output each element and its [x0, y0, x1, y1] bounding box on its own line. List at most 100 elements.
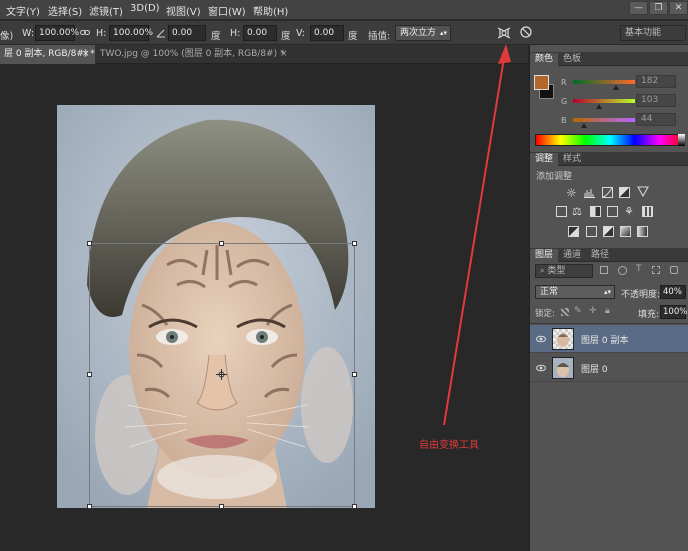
channel-g-slider[interactable]: [573, 99, 635, 103]
curves-icon[interactable]: [602, 187, 613, 198]
invert-icon[interactable]: [568, 226, 579, 237]
menu-view[interactable]: 视图(V): [166, 3, 201, 18]
menu-3d[interactable]: 3D(D): [130, 3, 160, 14]
lock-position-icon[interactable]: ✛: [589, 306, 597, 316]
restore-button[interactable]: ❐: [649, 1, 668, 15]
channel-r-slider[interactable]: [573, 80, 635, 84]
minimize-button[interactable]: —: [629, 1, 648, 15]
hskew-input[interactable]: 0.00: [243, 25, 277, 41]
width-input[interactable]: 100.00%: [35, 25, 79, 41]
close-window-button[interactable]: ✕: [669, 1, 688, 15]
exposure-icon[interactable]: [619, 187, 630, 198]
filter-shape-icon[interactable]: [652, 266, 660, 274]
layers-panel-tabs: 图层 通道 路径: [530, 248, 688, 262]
tab-swatches[interactable]: 色板: [558, 53, 586, 66]
vskew-label: V:: [296, 28, 305, 39]
visibility-eye-icon[interactable]: [536, 334, 546, 344]
transform-handle-mr[interactable]: [352, 372, 357, 377]
channel-r-value[interactable]: 182: [636, 75, 676, 88]
lock-transparent-icon[interactable]: [561, 308, 569, 316]
options-fragment-label: 像): [0, 31, 14, 42]
menu-help[interactable]: 帮助(H): [253, 3, 288, 18]
transform-handle-tl[interactable]: [87, 241, 92, 246]
blend-mode-select[interactable]: 正常 ▴▾: [535, 285, 615, 299]
color-spectrum-bar[interactable]: [535, 134, 685, 146]
filter-adjustment-icon[interactable]: [618, 266, 627, 275]
layer-name[interactable]: 图层 0: [581, 362, 608, 375]
add-adjustment-label: 添加调整: [536, 172, 573, 182]
channel-g-thumb[interactable]: [596, 104, 602, 109]
menu-type[interactable]: 文字(Y): [6, 3, 40, 18]
vibrance-icon[interactable]: [637, 186, 649, 200]
fill-input[interactable]: 100%: [660, 305, 687, 319]
channel-g-value[interactable]: 103: [636, 94, 676, 107]
width-label: W:: [22, 28, 35, 39]
transform-handle-tm[interactable]: [219, 241, 224, 246]
transform-handle-tr[interactable]: [352, 241, 357, 246]
tab-close-icon[interactable]: ×: [280, 45, 288, 64]
selective-color-icon[interactable]: [620, 226, 631, 237]
height-label: H:: [96, 28, 107, 39]
channel-mixer-icon[interactable]: ⚘: [624, 205, 634, 218]
levels-icon[interactable]: [584, 187, 595, 198]
photo-filter-icon[interactable]: [607, 206, 618, 217]
cancel-transform-icon[interactable]: [519, 25, 533, 42]
channel-b-value[interactable]: 44: [636, 113, 676, 126]
gradient-map-icon[interactable]: [637, 226, 648, 237]
tab-color[interactable]: 颜色: [530, 53, 559, 66]
transform-handle-ml[interactable]: [87, 372, 92, 377]
foreground-color-swatch[interactable]: [534, 75, 549, 90]
threshold-icon[interactable]: [603, 226, 614, 237]
tab-paths[interactable]: 路径: [586, 249, 614, 262]
reference-point-icon[interactable]: [216, 369, 227, 383]
channel-b-slider[interactable]: [573, 118, 635, 122]
lock-all-icon[interactable]: 🔒︎: [605, 306, 610, 316]
fill-label: 填充:: [638, 310, 660, 320]
transform-handle-bl[interactable]: [87, 504, 92, 509]
interpolation-select[interactable]: 两次立方 ▴▾: [395, 25, 451, 41]
layer-filter-select[interactable]: ⌕ 类型: [535, 264, 593, 278]
doc-tab-two[interactable]: TWO.jpg @ 100% (图层 0 副本, RGB/8#) * ×: [96, 45, 294, 64]
posterize-icon[interactable]: [586, 226, 597, 237]
annotation-arrow: [443, 44, 511, 426]
channel-r-thumb[interactable]: [613, 85, 619, 90]
height-input[interactable]: 100.00%: [109, 25, 153, 41]
vskew-unit: 度: [348, 31, 358, 42]
angle-input[interactable]: 0.00: [168, 25, 206, 41]
doc-tab-active[interactable]: 层 0 副本, RGB/8#) * ×: [0, 45, 95, 64]
filter-type-icon[interactable]: T: [636, 264, 642, 274]
workspace-select[interactable]: 基本功能: [620, 25, 686, 41]
color-balance-icon[interactable]: ⚖: [572, 205, 582, 218]
tab-adjustments[interactable]: 调整: [530, 153, 559, 166]
black-white-icon[interactable]: [590, 206, 601, 217]
vskew-input[interactable]: 0.00: [310, 25, 344, 41]
interpolation-label: 插值:: [368, 31, 391, 42]
blend-mode-value: 正常: [540, 287, 559, 297]
menu-window[interactable]: 窗口(W): [208, 3, 246, 18]
color-lookup-icon[interactable]: [642, 206, 653, 217]
transform-handle-bm[interactable]: [219, 504, 224, 509]
tab-close-icon[interactable]: ×: [82, 45, 90, 64]
hskew-label: H:: [230, 28, 241, 39]
opacity-input[interactable]: 40%: [660, 285, 686, 299]
filter-pixel-icon[interactable]: [600, 266, 608, 274]
black-white-ramp[interactable]: [678, 134, 685, 146]
visibility-eye-icon[interactable]: [536, 363, 546, 373]
tab-layers[interactable]: 图层: [530, 249, 559, 262]
annotation-label: 自由变换工具: [419, 440, 479, 451]
layer-row[interactable]: 图层 0: [530, 354, 688, 382]
hue-saturation-icon[interactable]: [556, 206, 567, 217]
menu-select[interactable]: 选择(S): [48, 3, 82, 18]
link-icon[interactable]: [80, 29, 90, 40]
tab-channels[interactable]: 通道: [558, 249, 586, 262]
menu-filter[interactable]: 滤镜(T): [89, 3, 123, 18]
transform-handle-br[interactable]: [352, 504, 357, 509]
interpolation-value: 两次立方: [400, 28, 437, 38]
lock-pixels-icon[interactable]: ✎: [574, 306, 582, 316]
channel-b-thumb[interactable]: [581, 123, 587, 128]
tab-styles[interactable]: 样式: [558, 153, 586, 166]
layer-name[interactable]: 图层 0 副本: [581, 333, 628, 346]
brightness-icon[interactable]: ☼: [566, 186, 577, 200]
layer-row-selected[interactable]: 图层 0 副本: [530, 325, 688, 353]
filter-smart-object-icon[interactable]: [670, 266, 678, 274]
